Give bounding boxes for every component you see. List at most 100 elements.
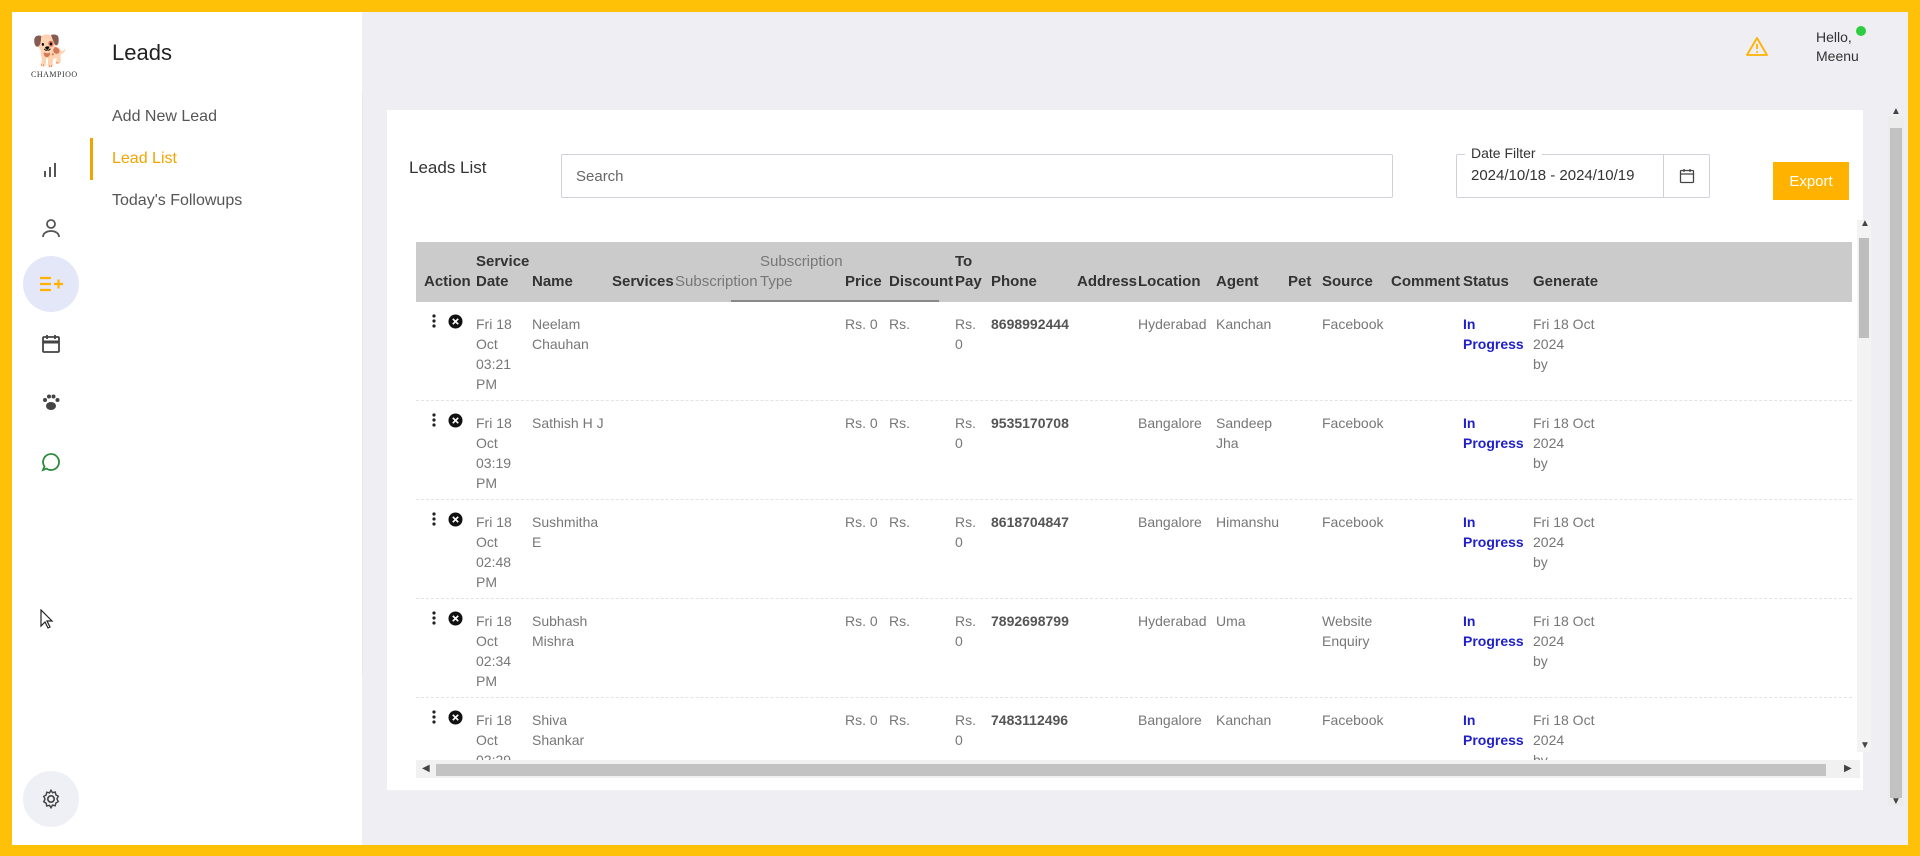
cell-phone[interactable]: 8698992444	[991, 314, 1069, 334]
close-circle-icon[interactable]	[448, 314, 463, 329]
close-circle-icon[interactable]	[448, 413, 463, 428]
rail-item-customers[interactable]	[31, 208, 71, 248]
subnav-item-lead-list[interactable]: Lead List	[90, 138, 362, 180]
kebab-icon[interactable]	[432, 512, 436, 526]
column-header-action[interactable]: Action	[424, 272, 471, 292]
cell-status[interactable]: In Progress	[1463, 314, 1524, 354]
scroll-down-arrow[interactable]: ▼	[1860, 740, 1870, 751]
rail-item-calendar[interactable]	[31, 324, 71, 364]
scroll-left-arrow[interactable]: ◀	[422, 763, 430, 774]
cell-phone[interactable]: 9535170708	[991, 413, 1069, 433]
column-header-text: Date	[476, 273, 509, 290]
cell-phone[interactable]: 7892698799	[991, 611, 1069, 631]
column-header-pet[interactable]: Pet	[1288, 272, 1311, 292]
table-row[interactable]: Fri 18 Oct 02:34 PM Subhash Mishra Rs. 0 Rs. Rs.…	[416, 599, 1852, 698]
close-circle-icon[interactable]	[448, 512, 463, 527]
logo[interactable]: 🐕 CHAMPIOO	[31, 34, 78, 84]
table-row[interactable]: Fri 18 Oct 03:21 PM Neelam Chauhan Rs. 0 Rs. Rs.…	[416, 302, 1852, 401]
close-circle-icon[interactable]	[448, 611, 463, 626]
column-header-text: Name	[532, 273, 573, 290]
cell-line: Sathish H J	[532, 415, 604, 431]
column-header-text: Action	[424, 273, 471, 290]
brand-name: CHAMPIOO	[31, 70, 78, 79]
close-circle-icon[interactable]	[448, 710, 463, 725]
column-header-text: Source	[1322, 273, 1373, 290]
settings-icon	[42, 788, 60, 810]
column-header-text: Generate	[1533, 273, 1599, 290]
scroll-right-arrow[interactable]: ▶	[1844, 763, 1852, 774]
scroll-up-arrow[interactable]: ▲	[1860, 218, 1870, 229]
table-row[interactable]: Fri 18 Oct 02:48 PM Sushmitha E Rs. 0 Rs. Rs. 0 86…	[416, 500, 1852, 599]
kebab-icon[interactable]	[432, 611, 436, 625]
date-filter[interactable]: Date Filter 2024/10/18 - 2024/10/19	[1456, 145, 1710, 198]
cell-name: Sathish H J	[532, 413, 604, 433]
cell-status[interactable]: In Progress	[1463, 512, 1524, 552]
column-header-price[interactable]: Price	[845, 272, 882, 292]
rail-item-pets[interactable]	[31, 382, 71, 422]
date-picker-button[interactable]	[1663, 155, 1709, 197]
user-greeting[interactable]: Hello, Meenu	[1816, 28, 1859, 66]
warning-icon[interactable]	[1746, 36, 1768, 56]
column-header-agent[interactable]: Agent	[1216, 272, 1259, 292]
kebab-icon[interactable]	[432, 314, 436, 328]
rail-item-leads[interactable]	[23, 256, 79, 312]
table-vertical-scrollbar[interactable]: ▲ ▼	[1857, 218, 1871, 752]
table-hscroll-thumb[interactable]	[436, 764, 1826, 776]
cell-line: Facebook	[1322, 415, 1384, 431]
table-row[interactable]: Fri 18 Oct 03:19 PM Sathish H J Rs. 0 Rs. Rs. 0 9…	[416, 401, 1852, 500]
column-header-services[interactable]: Services	[612, 272, 674, 292]
cell-line: Fri 18 Oct	[1533, 613, 1595, 629]
icon-rail: 🐕 CHAMPIOO	[12, 12, 90, 845]
column-header-address[interactable]: Address	[1077, 272, 1137, 292]
page-scroll-up-arrow[interactable]: ▲	[1891, 106, 1901, 117]
column-header-subscription-type[interactable]: Subscription Type	[760, 252, 843, 292]
table-vscroll-thumb[interactable]	[1859, 238, 1869, 338]
table-horizontal-scrollbar[interactable]: ◀ ▶	[416, 760, 1860, 778]
cell-phone[interactable]: 7483112496	[991, 710, 1068, 730]
cell-line: 0	[955, 534, 963, 550]
column-header-subscription[interactable]: Subscription	[675, 272, 758, 292]
column-header-text: Subscription	[675, 273, 758, 290]
column-header-status[interactable]: Status	[1463, 272, 1509, 292]
cell-phone[interactable]: 8618704847	[991, 512, 1069, 532]
page-vscroll-thumb[interactable]	[1890, 128, 1902, 798]
cell-generated: Fri 18 Oct 2024 by	[1533, 314, 1594, 374]
column-header-to-pay[interactable]: To Pay	[955, 252, 982, 292]
column-header-source[interactable]: Source	[1322, 272, 1373, 292]
cell-line: by	[1533, 356, 1548, 372]
column-header-discount[interactable]: Discount	[889, 272, 953, 292]
page-scroll-down-arrow[interactable]: ▼	[1891, 796, 1901, 807]
rail-item-chat[interactable]	[31, 442, 71, 482]
cell-line: Fri 18 Oct	[1533, 316, 1595, 332]
cell-line: Rs.	[955, 712, 976, 728]
settings-button[interactable]	[23, 771, 79, 827]
cell-line: Fri 18	[476, 415, 512, 431]
kebab-icon[interactable]	[432, 710, 436, 724]
cell-line: Facebook	[1322, 514, 1384, 530]
column-header-text: To	[955, 253, 973, 270]
cell-status[interactable]: In Progress	[1463, 611, 1524, 651]
column-header-generated[interactable]: Generate	[1533, 272, 1598, 292]
cell-location: Bangalore	[1138, 415, 1202, 431]
search-input[interactable]	[561, 154, 1393, 198]
cell-line: Himanshu	[1216, 514, 1280, 530]
column-header-service-date[interactable]: Service Date	[476, 252, 529, 292]
cell-agent: Sandeep Jha	[1216, 413, 1272, 453]
column-header-name[interactable]: Name	[532, 272, 573, 292]
column-header-comment[interactable]: Comment	[1391, 272, 1460, 292]
cell-status[interactable]: In Progress	[1463, 710, 1524, 750]
date-filter-range[interactable]: 2024/10/18 - 2024/10/19	[1471, 167, 1634, 184]
cell-line: Enquiry	[1322, 633, 1370, 649]
cell-location: Hyderabad	[1138, 613, 1207, 629]
cell-status[interactable]: In Progress	[1463, 413, 1524, 453]
subnav-item-add-new-lead[interactable]: Add New Lead	[90, 96, 362, 138]
cell-source: Facebook	[1322, 314, 1383, 334]
page-vertical-scrollbar[interactable]: ▲ ▼	[1888, 106, 1904, 807]
rail-item-reports[interactable]	[31, 150, 71, 190]
cell-line: 03:19	[476, 455, 512, 471]
subnav-item-todays-followups[interactable]: Today's Followups	[90, 180, 362, 222]
export-button[interactable]: Export	[1773, 162, 1849, 200]
kebab-icon[interactable]	[432, 413, 436, 427]
column-header-location[interactable]: Location	[1138, 272, 1201, 292]
column-header-phone[interactable]: Phone	[991, 272, 1037, 292]
